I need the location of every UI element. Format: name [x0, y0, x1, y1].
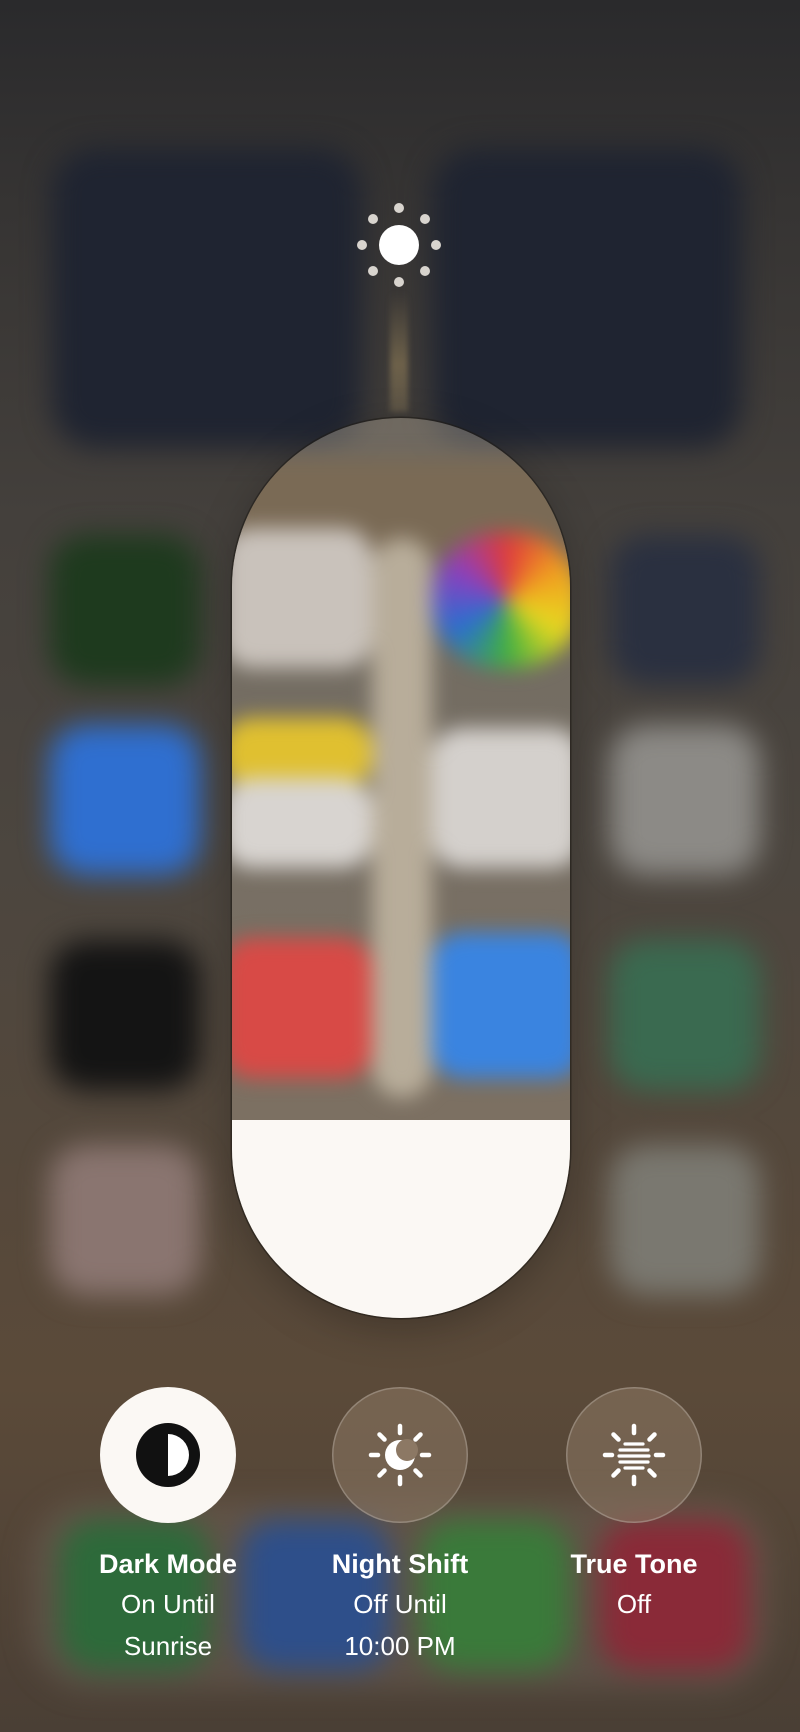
bg-app [50, 1145, 200, 1295]
bg-app [50, 725, 200, 875]
true-tone-control: True Tone Off [509, 1387, 759, 1625]
true-tone-icon [602, 1423, 666, 1487]
dark-mode-status-line2: Sunrise [123, 1631, 213, 1661]
night-shift-status-line1: Off Until [353, 1589, 447, 1619]
slider-bg-shape [372, 538, 432, 1098]
bg-app [50, 535, 200, 685]
control-center-screen: Dark Mode On Until Sunrise Night Shift O… [0, 0, 800, 1732]
brightness-slider[interactable] [232, 418, 570, 1318]
true-tone-title: True Tone [570, 1549, 698, 1579]
night-shift-icon [368, 1423, 432, 1487]
bg-app [50, 940, 200, 1090]
slider-bg-shape [432, 728, 570, 868]
slider-bg-shape [232, 528, 372, 668]
slider-bg-shape [432, 533, 570, 668]
sun-brightness-icon [354, 200, 444, 290]
true-tone-status-line1: Off [616, 1589, 652, 1619]
dark-mode-icon [136, 1423, 200, 1487]
true-tone-button[interactable] [566, 1387, 702, 1523]
dark-mode-control: Dark Mode On Until Sunrise [43, 1387, 293, 1667]
slider-bg-shape [232, 938, 372, 1078]
dark-mode-button[interactable] [100, 1387, 236, 1523]
slider-bg-shape [432, 933, 570, 1078]
slider-bg-shape [232, 778, 372, 868]
night-shift-status-line2: 10:00 PM [344, 1631, 456, 1661]
bg-app [610, 535, 760, 685]
bg-app [610, 940, 760, 1090]
night-shift-button[interactable] [332, 1387, 468, 1523]
bg-app [610, 725, 760, 875]
dark-mode-title: Dark Mode [98, 1549, 238, 1579]
dark-mode-status-line1: On Until [121, 1589, 215, 1619]
bg-app [610, 1145, 760, 1295]
brightness-level-fill [232, 1120, 570, 1318]
brightness-stem [390, 292, 408, 412]
night-shift-title: Night Shift [331, 1549, 469, 1579]
bg-widget-left [52, 148, 362, 448]
night-shift-control: Night Shift Off Until 10:00 PM [275, 1387, 525, 1667]
bg-widget-right [432, 148, 742, 448]
